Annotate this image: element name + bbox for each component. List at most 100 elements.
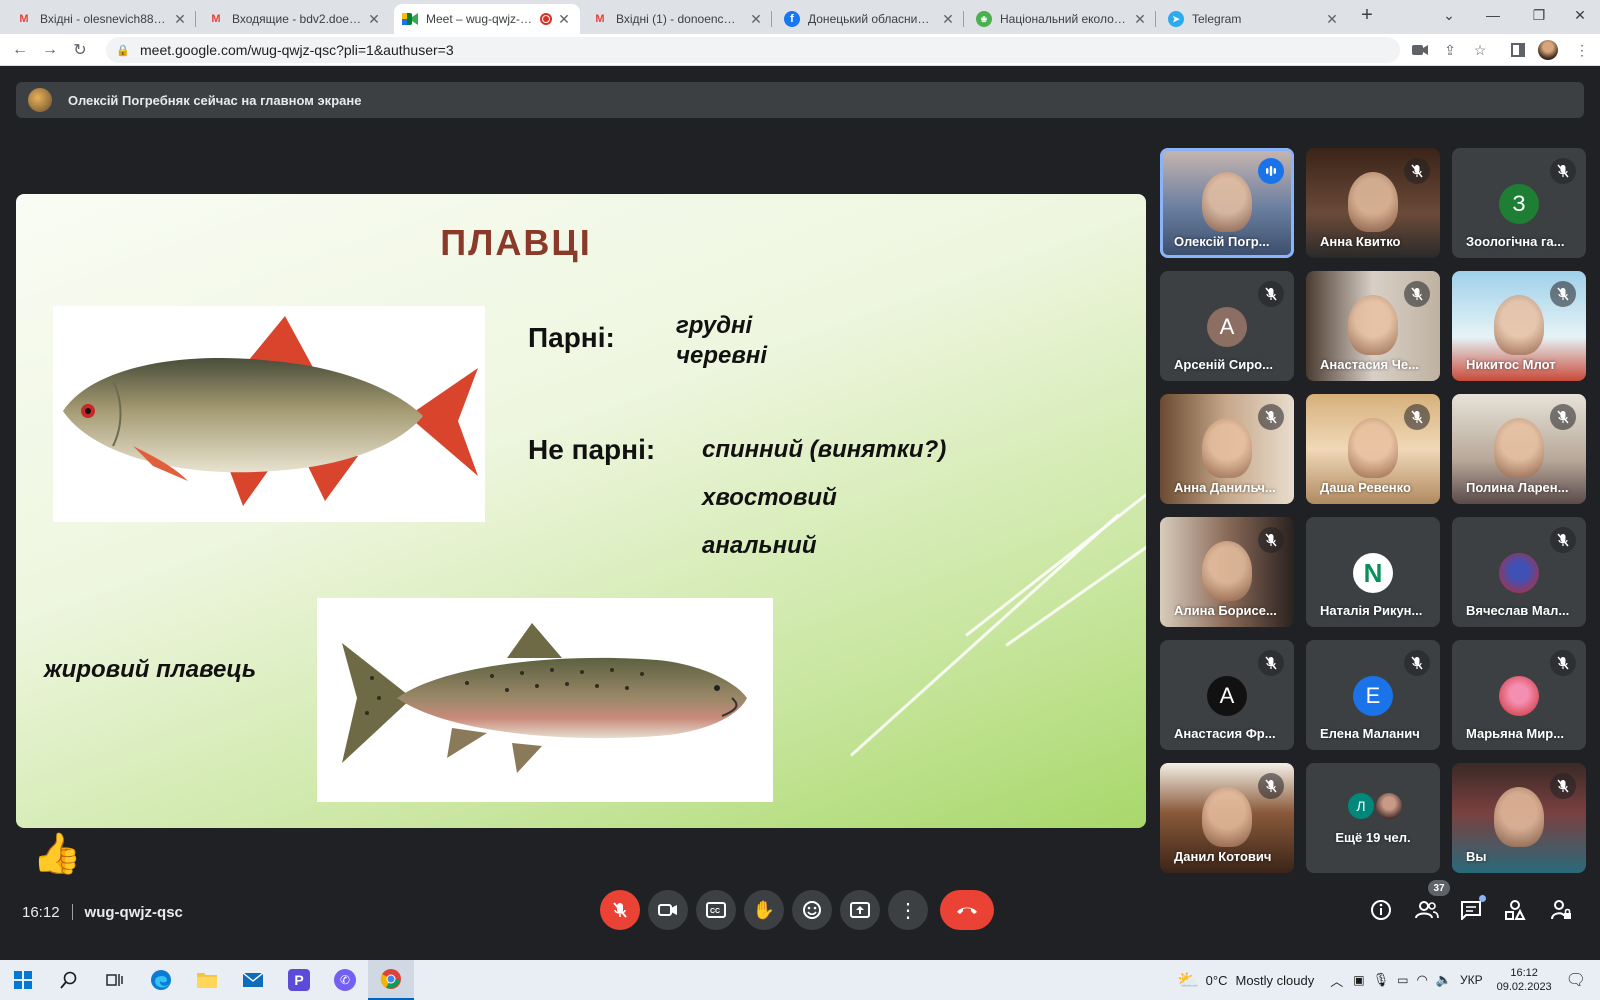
bookmark-star-icon[interactable]: ☆ [1470, 40, 1490, 60]
chrome-app[interactable] [368, 960, 414, 1000]
tab-gmail-bdv2[interactable]: M Входящие - bdv2.doenc@ ✕ [200, 4, 390, 34]
tab-google-meet[interactable]: Meet – wug-qwjz-qsc ✕ [394, 4, 580, 34]
address-bar[interactable]: 🔒 meet.google.com/wug-qwjz-qsc?pli=1&aut… [106, 37, 1400, 63]
participant-tile[interactable]: Анастасия Че... [1306, 271, 1440, 381]
close-icon[interactable]: ✕ [1324, 11, 1340, 28]
clock-time: 16:12 [1510, 967, 1538, 979]
unpaired-fin-item: хвостовий [702, 484, 837, 511]
participant-tile[interactable]: З Зоологічна га... [1452, 148, 1586, 258]
tab-search-icon[interactable]: ⌄ [1426, 0, 1472, 30]
facebook-icon: f [784, 11, 800, 27]
activities-button[interactable] [1500, 895, 1530, 925]
activities-icon [1505, 900, 1526, 920]
wifi-icon[interactable]: ◠ [1416, 972, 1427, 988]
viber-app[interactable]: ✆ [322, 960, 368, 1000]
present-screen-button[interactable] [840, 890, 880, 930]
close-icon[interactable]: ✕ [1132, 11, 1148, 28]
more-options-button[interactable]: ⋮ [888, 890, 928, 930]
close-icon[interactable]: ✕ [366, 11, 382, 28]
participant-tile[interactable]: А Арсеній Сиро... [1160, 271, 1294, 381]
participant-tile[interactable]: Алина Борисе... [1160, 517, 1294, 627]
participant-tile[interactable]: Вячеслав Мал... [1452, 517, 1586, 627]
profile-avatar[interactable] [1538, 40, 1558, 60]
participant-video [1494, 787, 1544, 847]
people-button[interactable] [1412, 895, 1442, 925]
file-explorer-app[interactable] [184, 960, 230, 1000]
device-icon[interactable]: ▣ [1353, 973, 1364, 987]
participant-tile[interactable]: Никитос Млот [1452, 271, 1586, 381]
telegram-icon: ➤ [1168, 11, 1184, 27]
new-tab-button[interactable]: + [1352, 0, 1382, 30]
leave-call-button[interactable] [940, 890, 994, 930]
task-view-button[interactable] [92, 960, 138, 1000]
chat-button[interactable] [1456, 895, 1486, 925]
participant-tile[interactable]: Л Ещё 19 чел. [1306, 763, 1440, 873]
participant-avatar: З [1499, 184, 1539, 224]
search-button[interactable] [46, 960, 92, 1000]
app-p[interactable]: P [276, 960, 322, 1000]
site-emblem-icon: ❀ [976, 11, 992, 27]
host-controls-button[interactable] [1546, 895, 1576, 925]
mail-app[interactable] [230, 960, 276, 1000]
participant-tile[interactable]: Олексій Погр... [1160, 148, 1294, 258]
more-menu-icon[interactable]: ⋮ [1572, 40, 1592, 60]
raise-hand-button[interactable]: ✋ [744, 890, 784, 930]
participant-tile[interactable]: E Елена Маланич [1306, 640, 1440, 750]
unpaired-fin-item: спинний (винятки?) [702, 436, 947, 463]
captions-button[interactable]: CC [696, 890, 736, 930]
participant-tile[interactable]: Даша Ревенко [1306, 394, 1440, 504]
edge-app[interactable] [138, 960, 184, 1000]
weather-cloud-icon[interactable]: ⛅ [1177, 970, 1199, 991]
volume-icon[interactable]: 🔈 [1436, 972, 1452, 988]
meeting-code[interactable]: wug-qwjz-qsc [85, 904, 183, 921]
clock[interactable]: 16:12 09.02.2023 [1497, 966, 1552, 994]
language-indicator[interactable]: УКР [1460, 973, 1483, 987]
back-button[interactable]: ← [8, 38, 32, 62]
participant-tile[interactable]: N Наталія Рикун... [1306, 517, 1440, 627]
participant-name: Ещё 19 чел. [1335, 830, 1411, 845]
tab-telegram[interactable]: ➤ Telegram ✕ [1160, 4, 1348, 34]
notifications-icon[interactable]: 🗨 [1566, 970, 1586, 990]
share-icon[interactable]: ⇪ [1440, 40, 1460, 60]
close-icon[interactable]: ✕ [172, 11, 188, 28]
participant-tile[interactable]: Данил Котович [1160, 763, 1294, 873]
close-icon[interactable]: ✕ [748, 11, 764, 28]
close-icon[interactable]: ✕ [556, 11, 572, 28]
roach-fish-image [53, 306, 485, 522]
presenter-avatar [28, 88, 52, 112]
microphone-icon[interactable]: 🎙 [1373, 972, 1390, 988]
presentation-slide: ПЛАВЦІ Парні: грудні черевні Не парні: с… [16, 194, 1146, 828]
show-hidden-icons-icon[interactable]: ︿ [1330, 971, 1343, 990]
participant-tile[interactable]: Вы [1452, 763, 1586, 873]
reactions-button[interactable] [792, 890, 832, 930]
lock-icon[interactable]: 🔒 [116, 44, 130, 57]
window-close-button[interactable]: ✕ [1560, 0, 1600, 30]
forward-button[interactable]: → [38, 38, 62, 62]
participant-tile[interactable]: Анна Данильч... [1160, 394, 1294, 504]
info-icon [1371, 900, 1391, 920]
meeting-details-button[interactable] [1366, 895, 1396, 925]
microphone-off-button[interactable] [600, 890, 640, 930]
participant-tile[interactable]: Марьяна Мир... [1452, 640, 1586, 750]
restore-button[interactable]: ❐ [1516, 0, 1562, 30]
tab-facebook[interactable]: f Донецький обласний екс ✕ [776, 4, 964, 34]
tab-eco-center[interactable]: ❀ Національний еколого-н ✕ [968, 4, 1156, 34]
reload-button[interactable]: ↻ [68, 38, 92, 62]
tab-gmail-donoenc[interactable]: M Вхідні (1) - donoenc@gm ✕ [584, 4, 772, 34]
participant-tile[interactable]: Анна Квитко [1306, 148, 1440, 258]
side-panel-icon[interactable] [1508, 40, 1528, 60]
close-icon[interactable]: ✕ [940, 11, 956, 28]
weather-text[interactable]: Mostly cloudy [1236, 973, 1315, 988]
camera-in-use-icon[interactable] [1410, 40, 1430, 60]
windows-taskbar: P ✆ ⛅ 0°C Mostly cloudy ︿ ▣ 🎙 ▭ ◠ 🔈 УКР … [0, 960, 1600, 1000]
battery-icon[interactable]: ▭ [1397, 973, 1408, 987]
participant-tile[interactable]: Полина Ларен... [1452, 394, 1586, 504]
weather-temp[interactable]: 0°C [1206, 973, 1228, 988]
participant-name: Марьяна Мир... [1466, 726, 1565, 741]
start-button[interactable] [0, 960, 46, 1000]
minimize-button[interactable]: — [1470, 0, 1516, 30]
participant-tile[interactable]: A Анастасия Фр... [1160, 640, 1294, 750]
camera-button[interactable] [648, 890, 688, 930]
paired-fin-item: черевні [676, 342, 768, 369]
tab-gmail-olesnevich[interactable]: M Вхідні - olesnevich88a@gm ✕ [8, 4, 196, 34]
